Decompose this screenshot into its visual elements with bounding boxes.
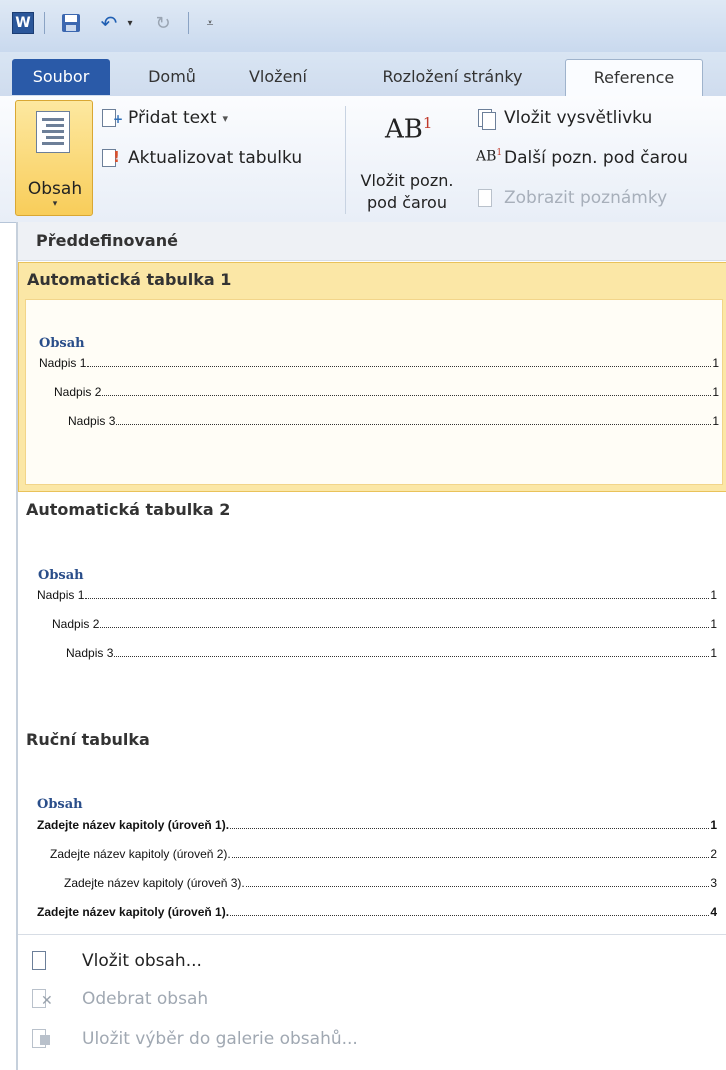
preview-entry: Nadpis 21 xyxy=(54,385,719,399)
toc-button-label: Obsah xyxy=(27,179,83,199)
preview-entry: Nadpis 31 xyxy=(68,414,719,428)
preview-title: Obsah xyxy=(38,568,84,583)
gallery-header-label: Předdefinované xyxy=(36,231,178,250)
table-of-contents-button[interactable]: Obsah ▾ xyxy=(15,100,93,216)
preview-entry: Zadejte název kapitoly (úroveň 3). 3 xyxy=(64,876,717,890)
toolbar-divider xyxy=(188,12,189,34)
gallery-item-title: Ruční tabulka xyxy=(26,730,150,749)
insert-endnote-button[interactable]: Vložit vysvětlivku xyxy=(476,108,653,130)
menu-divider xyxy=(18,934,726,935)
customize-toolbar-icon[interactable]: ⩡ xyxy=(200,12,220,34)
next-footnote-icon: AB1 xyxy=(476,148,503,165)
insert-footnote-label-line2: pod čarou xyxy=(367,193,447,212)
gallery-item-title: Automatická tabulka 2 xyxy=(26,500,231,519)
toc-preview: Obsah Nadpis 11 Nadpis 21 Nadpis 31 xyxy=(25,299,723,485)
preview-title: Obsah xyxy=(37,797,83,812)
table-of-contents-icon xyxy=(36,111,70,153)
insert-footnote-label-line1: Vložit pozn. xyxy=(360,171,454,190)
add-text-icon: + xyxy=(100,108,123,128)
gallery-item-automatic-table-1[interactable]: Automatická tabulka 1 Obsah Nadpis 11 Na… xyxy=(18,262,726,492)
insert-endnote-label: Vložit vysvětlivku xyxy=(504,108,653,128)
insert-endnote-icon xyxy=(476,108,498,130)
gallery-item-manual-table[interactable]: Ruční tabulka Obsah Zadejte název kapito… xyxy=(18,722,726,932)
tab-page-layout[interactable]: Rozložení stránky xyxy=(355,59,550,95)
update-table-label: Aktualizovat tabulku xyxy=(128,148,303,168)
preview-entry: Zadejte název kapitoly (úroveň 1). 1 xyxy=(37,818,717,832)
word-logo-icon[interactable]: W xyxy=(12,12,34,34)
gallery-item-automatic-table-2[interactable]: Automatická tabulka 2 Obsah Nadpis 11 Na… xyxy=(18,492,726,722)
add-text-label: Přidat text xyxy=(128,108,217,128)
quick-access-toolbar: W ↶ ▾ ↻ ⩡ xyxy=(0,0,726,52)
show-notes-icon xyxy=(476,188,498,208)
tab-file[interactable]: Soubor xyxy=(12,59,110,95)
preview-entry: Nadpis 11 xyxy=(39,356,719,370)
next-footnote-button[interactable]: AB1 Další pozn. pod čarou xyxy=(476,148,688,168)
preview-entry: Nadpis 21 xyxy=(52,617,717,631)
update-table-button[interactable]: ! Aktualizovat tabulku xyxy=(100,148,302,168)
next-footnote-label: Další pozn. pod čarou xyxy=(504,148,688,168)
show-notes-button[interactable]: Zobrazit poznámky xyxy=(476,188,667,208)
tab-home[interactable]: Domů xyxy=(122,59,222,95)
preview-entry: Nadpis 11 xyxy=(37,588,717,602)
tab-references[interactable]: Reference xyxy=(565,59,703,97)
chevron-down-icon: ▾ xyxy=(222,111,229,125)
insert-toc-menu-item[interactable]: Vložit obsah... xyxy=(18,944,726,978)
tab-insert[interactable]: Vložení xyxy=(228,59,328,95)
preview-entry: Nadpis 31 xyxy=(66,646,717,660)
save-to-gallery-icon xyxy=(28,1027,52,1051)
undo-icon[interactable]: ↶ xyxy=(98,11,120,35)
save-icon[interactable] xyxy=(60,12,82,34)
chevron-down-icon: ▾ xyxy=(52,199,58,209)
toc-gallery-dropdown: Předdefinované Automatická tabulka 1 Obs… xyxy=(16,222,726,1070)
insert-toc-icon xyxy=(28,949,52,973)
show-notes-label: Zobrazit poznámky xyxy=(504,188,668,208)
preview-entry: Zadejte název kapitoly (úroveň 1). 4 xyxy=(37,905,717,919)
save-selection-menu-item[interactable]: Uložit výběr do galerie obsahů... xyxy=(18,1022,726,1056)
remove-toc-icon: ✕ xyxy=(28,987,53,1011)
update-table-icon: ! xyxy=(100,148,122,168)
add-text-button[interactable]: + Přidat text ▾ xyxy=(100,108,228,128)
menu-item-label: Vložit obsah... xyxy=(82,951,202,971)
insert-footnote-icon[interactable]: AB1 xyxy=(385,114,432,145)
toolbar-divider xyxy=(44,12,45,34)
insert-footnote-button[interactable]: Vložit pozn. pod čarou xyxy=(352,170,462,214)
preview-entry: Zadejte název kapitoly (úroveň 2). 2 xyxy=(50,847,717,861)
redo-icon[interactable]: ↻ xyxy=(152,12,174,34)
preview-title: Obsah xyxy=(39,336,85,351)
undo-dropdown-arrow-icon[interactable]: ▾ xyxy=(124,12,136,34)
group-divider xyxy=(345,106,346,214)
menu-item-label: Uložit výběr do galerie obsahů... xyxy=(82,1029,358,1049)
ribbon-tabs: Soubor Domů Vložení Rozložení stránky Re… xyxy=(0,52,726,97)
remove-toc-menu-item[interactable]: ✕ Odebrat obsah xyxy=(18,982,726,1016)
ribbon-references: Obsah ▾ + Přidat text ▾ ! Aktualizovat t… xyxy=(0,96,726,223)
menu-item-label: Odebrat obsah xyxy=(82,989,209,1009)
gallery-item-title: Automatická tabulka 1 xyxy=(27,270,232,289)
gallery-header: Předdefinované xyxy=(18,222,726,261)
